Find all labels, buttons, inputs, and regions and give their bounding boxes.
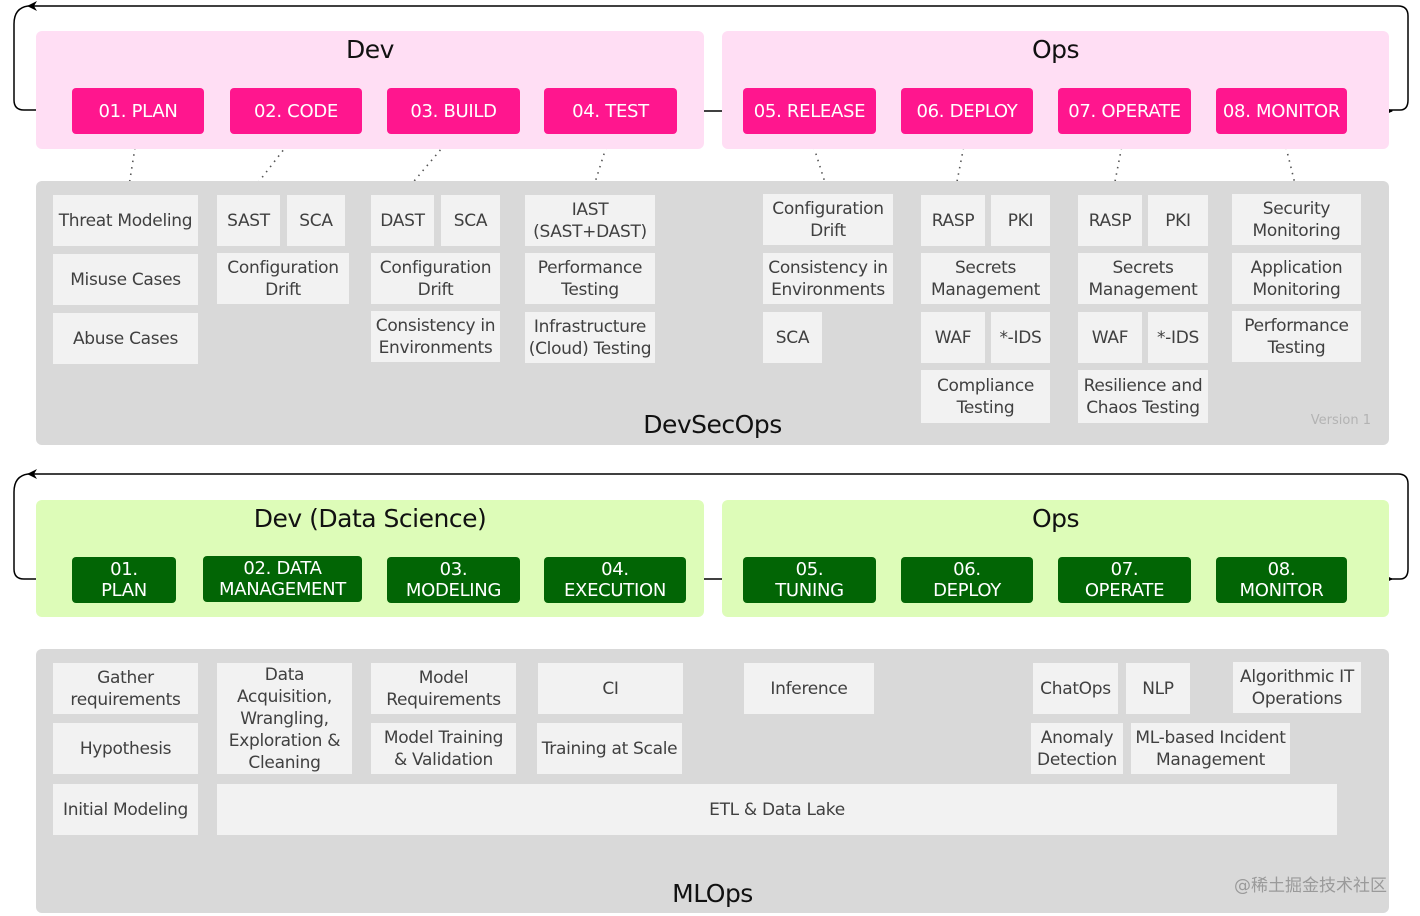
ml-stage-data-management[interactable]: 02. DATA MANAGEMENT [203, 556, 362, 602]
stage-monitor[interactable]: 08. MONITOR [1216, 88, 1347, 134]
card-abuse-cases: Abuse Cases [53, 313, 198, 364]
ops-group-title: Ops [1031, 35, 1080, 64]
card-consistency-in-environments: Consistency in Environments [371, 311, 500, 362]
card-nlp: NLP [1126, 663, 1190, 714]
card-ids: *-IDS [1148, 312, 1208, 363]
card-performance-testing: Performance Testing [1232, 311, 1361, 362]
card-model-training: Model Training & Validation [371, 723, 516, 774]
ml-stage-execution[interactable]: 04. EXECUTION [544, 557, 686, 603]
card-configuration-drift: Configuration Drift [217, 253, 349, 304]
card-waf: WAF [1078, 312, 1142, 363]
stage-test[interactable]: 04. TEST [544, 88, 677, 134]
card-pki: PKI [991, 195, 1050, 246]
ml-stage-plan[interactable]: 01. PLAN [72, 557, 176, 603]
card-chatops: ChatOps [1033, 663, 1118, 714]
card-ids: *-IDS [991, 312, 1050, 363]
card-waf: WAF [921, 312, 985, 363]
card-performance-testing: Performance Testing [525, 253, 655, 304]
ml-stage-operate[interactable]: 07. OPERATE [1058, 557, 1191, 603]
stage-code[interactable]: 02. CODE [230, 88, 362, 134]
stage-release[interactable]: 05. RELEASE [743, 88, 876, 134]
card-sast: SAST [217, 195, 280, 246]
watermark: @稀土掘金技术社区 [1234, 876, 1387, 896]
card-inference: Inference [744, 663, 874, 714]
card-hypothesis: Hypothesis [53, 723, 198, 774]
card-secrets-management: Secrets Management [1078, 253, 1208, 304]
card-configuration-drift: Configuration Drift [763, 194, 893, 245]
card-ci: CI [538, 663, 683, 714]
card-sca: SCA [287, 195, 345, 246]
card-data-acquisition: Data Acquisition, Wrangling, Exploration… [217, 663, 352, 774]
card-etl-data-lake: ETL & Data Lake [217, 784, 1337, 835]
card-ml-incident-management: ML-based Incident Management [1131, 723, 1290, 774]
card-security-monitoring: Security Monitoring [1232, 194, 1361, 245]
card-configuration-drift: Configuration Drift [371, 253, 500, 304]
card-anomaly-detection: Anomaly Detection [1031, 723, 1123, 774]
card-threat-modeling: Threat Modeling [53, 195, 198, 246]
mlops-title: MLOps [672, 879, 753, 908]
card-infrastructure-testing: Infrastructure (Cloud) Testing [525, 312, 655, 363]
ml-stage-tuning[interactable]: 05. TUNING [743, 557, 876, 603]
card-pki: PKI [1148, 195, 1208, 246]
dev-data-science-title: Dev (Data Science) [253, 504, 487, 533]
card-dast: DAST [371, 195, 434, 246]
stage-deploy[interactable]: 06. DEPLOY [901, 88, 1033, 134]
card-consistency-in-environments: Consistency in Environments [763, 253, 893, 304]
version-label: Version 1 [1310, 413, 1371, 428]
card-rasp: RASP [921, 195, 985, 246]
card-model-requirements: Model Requirements [371, 663, 516, 714]
card-gather-requirements: Gather requirements [53, 663, 198, 714]
card-training-at-scale: Training at Scale [537, 723, 682, 774]
card-algorithmic-it-operations: Algorithmic IT Operations [1233, 662, 1361, 713]
stage-build[interactable]: 03. BUILD [387, 88, 520, 134]
ml-ops-group-title: Ops [1031, 504, 1080, 533]
stage-operate[interactable]: 07. OPERATE [1058, 88, 1191, 134]
card-secrets-management: Secrets Management [921, 253, 1050, 304]
card-application-monitoring: Application Monitoring [1232, 253, 1361, 304]
card-sca: SCA [763, 312, 822, 363]
card-iast: IAST (SAST+DAST) [525, 195, 655, 246]
ml-stage-deploy[interactable]: 06. DEPLOY [901, 557, 1033, 603]
stage-plan[interactable]: 01. PLAN [72, 88, 204, 134]
card-sca: SCA [441, 195, 500, 246]
card-rasp: RASP [1078, 195, 1142, 246]
card-initial-modeling: Initial Modeling [53, 784, 198, 835]
card-compliance-testing: Compliance Testing [921, 370, 1050, 423]
ml-stage-modeling[interactable]: 03. MODELING [387, 557, 520, 603]
dev-group-title: Dev [346, 35, 394, 64]
ml-stage-monitor[interactable]: 08. MONITOR [1216, 557, 1347, 603]
card-misuse-cases: Misuse Cases [53, 254, 198, 305]
card-resilience-chaos-testing: Resilience and Chaos Testing [1078, 370, 1208, 423]
